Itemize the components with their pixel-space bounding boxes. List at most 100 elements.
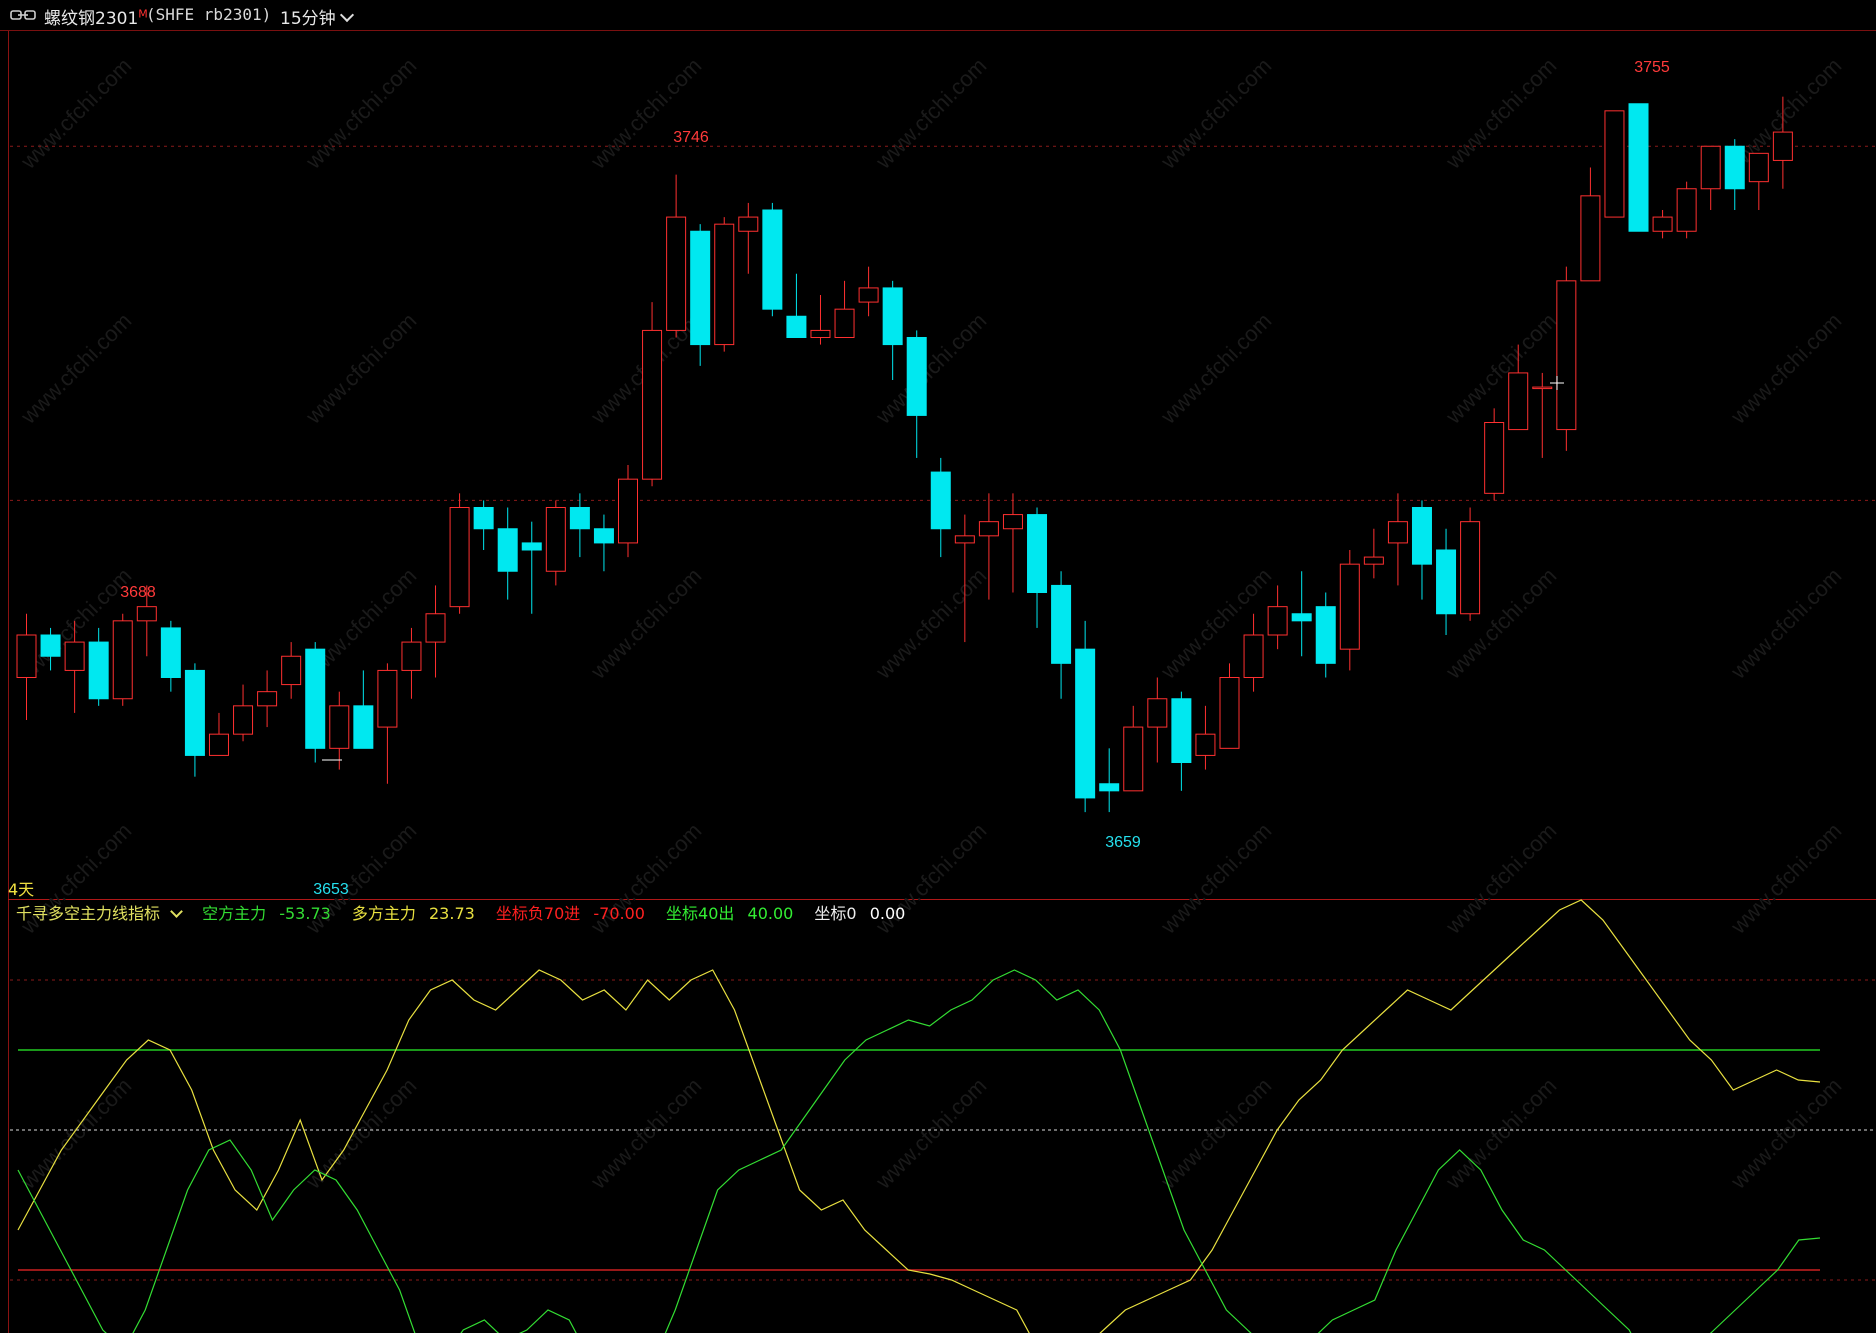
candle-body-up [233,705,254,735]
candle [1748,152,1769,210]
price-extreme-labels: 3688 3746 3755 3653 3659 [120,59,1670,898]
bull-main-line [17,899,1821,1333]
candle-body-up [834,308,855,338]
candle [1075,620,1096,813]
candle-body-up [64,641,85,671]
low-label-3659: 3659 [1105,834,1141,851]
watermark-text: www.cfchi.com [1155,53,1276,174]
chart-canvas[interactable]: www.cfchi.com www.cfchi.com www.cfchi.com w… [0,0,1876,1333]
candle [1484,408,1505,501]
candle-body-down [930,471,951,530]
candle [666,174,687,338]
legend-bear-main: 空方主力 -53.73 [202,904,339,923]
candle-body-up [666,216,687,331]
candle [1147,677,1168,763]
candle-body-up [810,329,831,338]
candle [1195,705,1216,770]
candle-body-up [1556,280,1577,431]
candle [377,663,398,784]
candle [1123,705,1144,792]
candle [257,670,278,728]
candle [449,493,470,614]
watermark-layer: www.cfchi.com www.cfchi.com www.cfchi.com w… [15,53,1846,1194]
watermark-text: www.cfchi.com [1440,53,1561,174]
candle [1460,507,1481,621]
candle [497,507,518,600]
candle-body-up [16,634,37,678]
watermark-text: www.cfchi.com [1725,563,1846,684]
watermark-text: www.cfchi.com [585,1073,706,1194]
candle-body-down [353,705,374,749]
candle [401,627,422,699]
candle-body-up [1652,216,1673,232]
candle-body-down [1051,584,1072,664]
candle [473,500,494,550]
candle-body-up [1700,145,1721,190]
candle-body-up [425,613,446,643]
candle-body-down [1411,507,1432,565]
candle-body-down [1099,783,1120,792]
indicator-selector[interactable]: 千寻多空主力线指标 [16,904,189,923]
candle [1267,585,1288,650]
watermark-text: www.cfchi.com [1155,1073,1276,1194]
candle [1556,266,1577,451]
watermark-text: www.cfchi.com [1725,1073,1846,1194]
candle [329,691,350,770]
candle-body-up [545,507,566,572]
candle-body-down [88,641,109,700]
legend-label: 多方主力 [351,904,416,923]
candle-body-down [593,528,614,544]
watermark-text: www.cfchi.com [870,563,991,684]
watermark-text: www.cfchi.com [1440,308,1561,429]
candle-body-up [449,507,470,608]
candle-body-up [257,691,278,707]
candle [545,500,566,586]
candle-body-up [1339,563,1360,650]
candle-body-down [521,542,542,551]
watermark-text: www.cfchi.com [1725,308,1846,429]
high-label-3755: 3755 [1634,59,1670,76]
candle-body-down [1075,648,1096,799]
candle [305,642,326,763]
legend-label: 坐标0 [814,904,857,923]
candle-body-up [208,733,229,756]
candle-body-up [714,223,735,346]
legend-pos40: 坐标40出 40.00 [666,904,801,923]
candle [233,684,254,742]
watermark-text: www.cfchi.com [870,53,991,174]
candle [1051,571,1072,699]
legend-value: 23.73 [429,904,475,923]
legend-value: -53.73 [279,904,331,923]
candle-body-up [642,329,663,480]
legend-value: -70.00 [593,904,645,923]
candle-body-up [1002,514,1023,530]
candle [906,330,927,458]
candle [1436,528,1457,635]
candle-body-up [1460,521,1481,615]
candle-body-down [1315,606,1336,664]
legend-bull-main: 多方主力 23.73 [352,904,483,923]
candle-body-down [497,528,518,572]
candle-body-up [1243,634,1264,678]
candle [1411,500,1432,600]
watermark-text: www.cfchi.com [300,308,421,429]
candle [762,202,783,317]
watermark-text: www.cfchi.com [300,53,421,174]
days-count-label: 4天 [8,880,35,899]
watermark-text: www.cfchi.com [15,308,136,429]
candle-body-up [1772,131,1793,161]
candle-body-down [184,669,205,756]
candle [882,280,903,380]
candle [1219,663,1240,749]
watermark-text: www.cfchi.com [15,1073,136,1194]
watermark-text: www.cfchi.com [300,1073,421,1194]
watermark-text: www.cfchi.com [1440,1073,1561,1194]
candle [353,670,374,749]
candle-body-down [569,507,590,530]
candle-body-up [1147,698,1168,728]
candle [1387,493,1408,586]
legend-value: 0.00 [869,904,906,923]
watermark-text: www.cfchi.com [1155,308,1276,429]
indicator-name: 千寻多空主力线指标 [16,904,161,923]
candle [786,273,807,338]
